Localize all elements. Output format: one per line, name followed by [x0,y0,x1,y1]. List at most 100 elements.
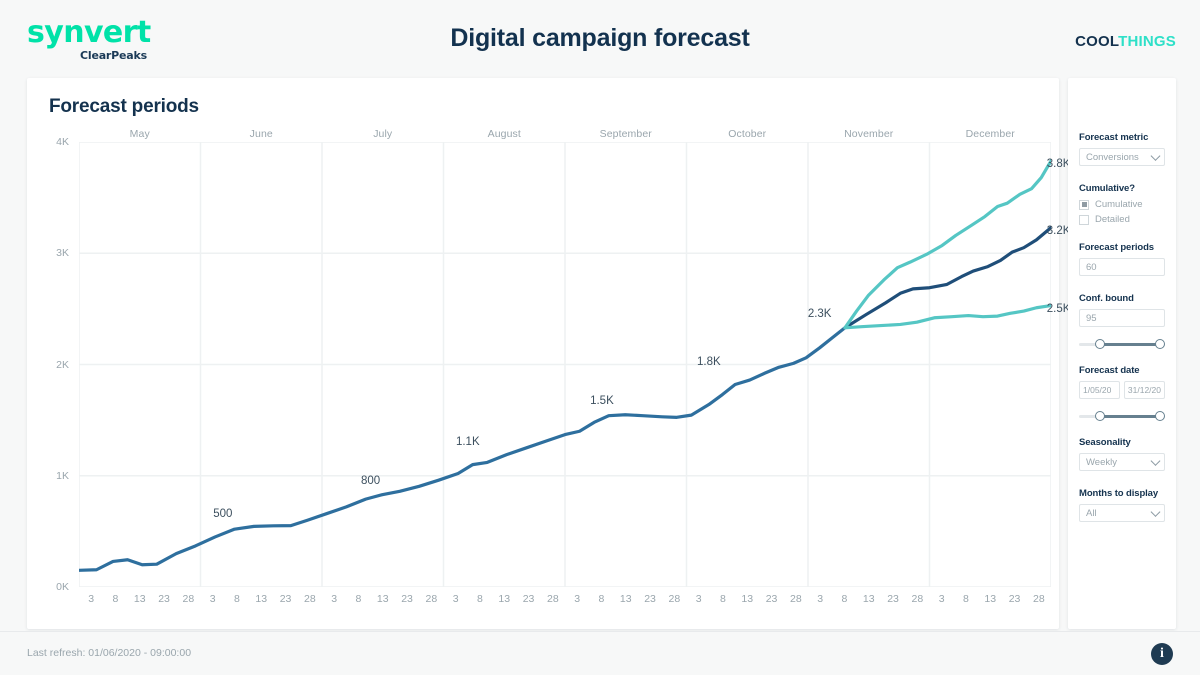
x-tick-label: 23 [158,593,170,605]
x-tick-label: 23 [644,593,656,605]
forecast-date-label: Forecast date [1079,365,1140,376]
x-tick-label: 8 [355,593,362,605]
radio-detailed-label: Detailed [1095,214,1130,225]
seasonality-value: Weekly [1086,456,1117,468]
forecast-metric-value: Conversions [1086,151,1139,163]
data-label: 3.2K [1046,225,1071,237]
data-label: 1.1K [455,436,480,449]
customer-brand-logo: COOLTHINGS [1075,33,1176,50]
x-tick-label: 13 [376,593,389,605]
x-tick-group: 3 8 13 23 28 [687,593,809,609]
x-tick-group: 3 8 13 23 28 [444,593,566,609]
y-tick-label: 4K [56,136,69,148]
chevron-down-icon [1150,456,1161,466]
x-tick-label: 28 [668,593,681,605]
control-forecast-periods: Forecast periods 60 [1079,242,1165,276]
x-tick-label: 23 [401,593,413,605]
x-tick-label: 23 [1008,593,1021,605]
x-tick-label: 8 [234,593,240,605]
x-tick-label: 8 [720,593,726,605]
control-conf-bound: Conf. bound 95 [1079,293,1165,352]
x-tick-label: 8 [477,593,483,605]
x-tick-label: 28 [1032,593,1045,605]
forecast-metric-select[interactable]: Conversions [1079,148,1165,166]
chart-plot-area[interactable]: 500 800 1.1K 1.5K 1.8K 2.3K 3.8K 3.2K 2.5K [79,142,1070,587]
slider-handle-left[interactable] [1095,411,1106,421]
months-to-display-select[interactable]: All [1079,504,1165,522]
x-tick-label: 3 [938,593,945,605]
y-tick-label: 1K [56,469,69,482]
chevron-down-icon [1150,507,1161,517]
radio-cumulative[interactable]: Cumulative [1079,199,1165,210]
data-label: 1.5K [590,394,614,407]
seasonality-select[interactable]: Weekly [1079,453,1165,471]
x-tick-label: 3 [452,593,459,605]
data-label: 1.8K [697,355,721,368]
forecast-date-from-input[interactable]: 1/05/20 [1079,381,1120,399]
control-cumulative: Cumulative? Cumulative Detailed [1079,183,1165,225]
x-tick-label: 28 [425,593,438,605]
x-tick-group: 3 8 13 23 28 [201,593,323,609]
brand-part-things: THINGS [1118,33,1176,50]
conf-bound-slider[interactable] [1079,336,1165,352]
data-label: 500 [213,508,233,521]
x-tick-label: 3 [817,593,824,605]
seasonality-label: Seasonality [1079,437,1131,448]
brand-part-cool: COOL [1075,33,1119,50]
info-icon[interactable]: i [1151,643,1173,665]
y-tick-label: 3K [56,247,69,260]
forecast-periods-input[interactable]: 60 [1079,258,1165,276]
data-label: 800 [361,475,381,487]
x-tick-group: 3 8 13 23 28 [808,593,930,609]
app-footer: Last refresh: 01/06/2020 - 09:00:00 i [0,631,1200,675]
forecast-date-to-input[interactable]: 31/12/20 [1123,381,1165,399]
slider-fill [1097,343,1164,346]
forecast-metric-label: Forecast metric [1079,132,1149,143]
x-tick-label: 8 [963,593,969,605]
x-tick-label: 28 [911,593,924,605]
data-label: 3.8K [1046,158,1071,171]
data-label: 2.3K [807,308,832,321]
months-to-display-label: Months to display [1079,488,1159,499]
x-tick-label: 13 [498,593,511,605]
slider-handle-right[interactable] [1155,411,1165,421]
controls-sidebar: Forecast metric Conversions Cumulative? … [1068,78,1176,629]
conf-bound-input[interactable]: 95 [1079,309,1165,327]
chevron-down-icon [1150,151,1161,161]
x-tick-label: 23 [887,593,899,605]
x-tick-label: 13 [984,593,997,605]
x-tick-label: 28 [303,593,316,605]
x-tick-label: 28 [182,593,195,605]
y-tick-label: 0K [56,581,69,593]
page-title: Digital campaign forecast [450,24,750,52]
x-tick-label: 28 [546,593,559,605]
radio-unchecked-icon [1079,214,1089,225]
control-forecast-metric: Forecast metric Conversions [1079,132,1165,166]
radio-checked-icon [1079,199,1089,210]
series-line [845,161,1051,328]
x-tick-label: 23 [279,593,292,605]
forecast-date-slider[interactable] [1079,408,1165,424]
x-tick-label: 3 [695,593,702,605]
chart-y-axis: 0K 1K 2K 3K 4K [27,136,75,593]
slider-handle-left[interactable] [1095,339,1106,349]
app-header: synvert ClearPeaks Digital campaign fore… [0,0,1200,78]
control-forecast-date: Forecast date 1/05/20 31/12/20 [1079,365,1165,424]
slider-handle-right[interactable] [1155,339,1165,349]
x-tick-label: 28 [789,593,802,605]
x-tick-label: 3 [574,593,581,605]
radio-detailed[interactable]: Detailed [1079,214,1165,225]
x-tick-group: 3 8 13 23 28 [79,593,201,609]
x-tick-label: 23 [765,593,778,605]
x-tick-label: 23 [522,593,535,605]
x-tick-label: 3 [88,593,95,605]
line-chart[interactable]: May June July August September October Novembe… [27,122,1070,629]
x-tick-label: 3 [331,593,338,605]
conf-bound-label: Conf. bound [1079,293,1134,304]
x-tick-label: 8 [112,593,119,605]
x-tick-label: 13 [741,593,754,605]
